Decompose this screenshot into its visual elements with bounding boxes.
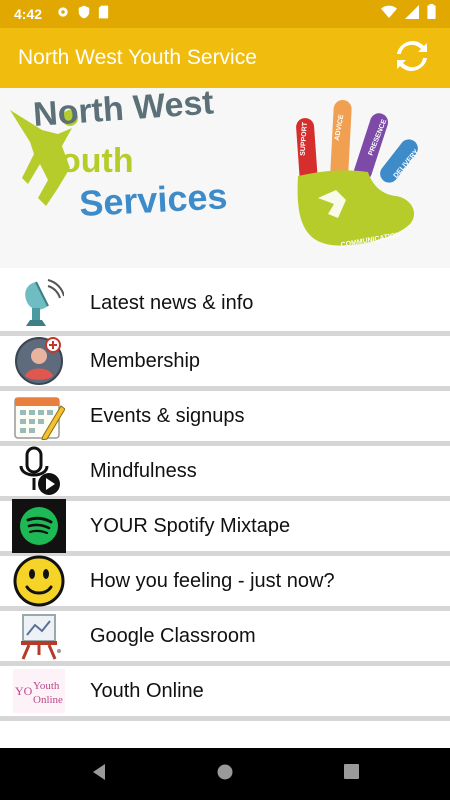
recents-icon	[343, 764, 359, 784]
back-button[interactable]	[84, 759, 114, 789]
menu-item-events[interactable]: Events & signups	[0, 391, 450, 446]
recents-button[interactable]	[336, 759, 366, 789]
spotify-icon	[12, 499, 66, 553]
app-bar: North West Youth Service	[0, 28, 450, 88]
menu-label: YOUR Spotify Mixtape	[90, 514, 291, 537]
youth-online-icon-text1: Youth	[33, 680, 60, 692]
menu-item-mindfulness[interactable]: Mindfulness	[0, 446, 450, 501]
menu-list: Latest news & info Membership Events & s…	[0, 276, 450, 721]
logo-line3: Services	[78, 175, 228, 224]
menu-item-google-classroom[interactable]: Google Classroom	[0, 611, 450, 666]
app-title: North West Youth Service	[18, 46, 257, 69]
member-avatar-icon	[12, 334, 66, 388]
menu-label: Mindfulness	[90, 459, 197, 482]
status-time: 4:42	[14, 6, 43, 22]
logo-line1: North West	[32, 88, 215, 134]
status-right-icons	[381, 4, 436, 24]
battery-icon	[427, 4, 436, 24]
youth-online-icon-text2: Online	[33, 694, 63, 706]
banner: North West outh Services SUPPORT ADVICE …	[0, 83, 450, 268]
satellite-dish-icon	[12, 277, 66, 331]
youth-online-icon: YO Youth Online	[12, 664, 66, 718]
hand-graphic: SUPPORT ADVICE PRESENCE DELIVERY COMMUNI…	[296, 100, 420, 249]
mic-play-icon	[12, 444, 66, 498]
logo-line2: outh	[60, 142, 134, 180]
menu-label: Youth Online	[90, 679, 204, 702]
settings-icon	[56, 5, 70, 24]
menu-item-feeling[interactable]: How you feeling - just now?	[0, 554, 450, 611]
back-icon	[91, 763, 107, 786]
menu-item-membership[interactable]: Membership	[0, 336, 450, 391]
calendar-icon	[12, 389, 66, 443]
youth-online-icon-mark: YO	[15, 684, 33, 698]
menu-label: Events & signups	[90, 404, 245, 427]
menu-label: How you feeling - just now?	[90, 569, 335, 592]
status-left-icons	[56, 5, 109, 24]
system-nav-bar	[0, 748, 450, 800]
easel-icon	[12, 609, 66, 663]
smiley-icon	[12, 554, 66, 608]
sd-card-icon	[98, 5, 109, 24]
menu-item-youth-online[interactable]: YO Youth Online Youth Online	[0, 666, 450, 721]
refresh-button[interactable]	[392, 38, 432, 78]
home-icon	[217, 764, 233, 785]
wifi-icon	[381, 5, 397, 24]
menu-item-spotify[interactable]: YOUR Spotify Mixtape	[0, 499, 450, 556]
shield-icon	[78, 5, 90, 24]
menu-item-latest-news[interactable]: Latest news & info	[0, 276, 450, 336]
home-button[interactable]	[210, 759, 240, 789]
status-bar: 4:42	[0, 0, 450, 28]
refresh-icon	[395, 40, 429, 76]
menu-label: Membership	[90, 349, 201, 372]
signal-icon	[405, 4, 419, 24]
menu-label: Latest news & info	[90, 292, 254, 314]
menu-label: Google Classroom	[90, 624, 256, 647]
banner-graphic: North West outh Services SUPPORT ADVICE …	[10, 83, 420, 249]
